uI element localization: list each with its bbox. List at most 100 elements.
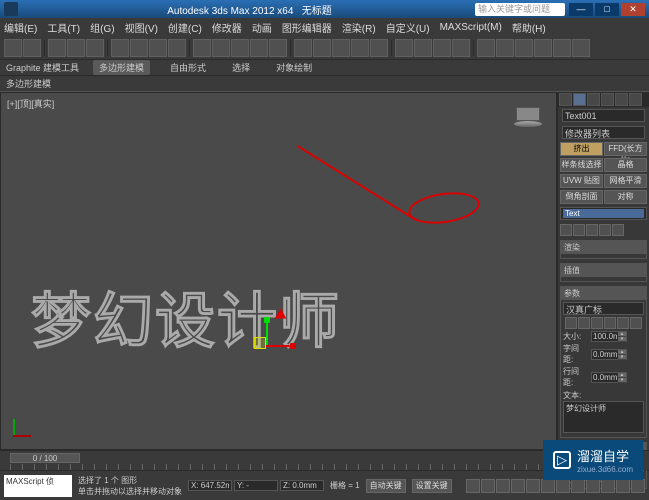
stack-item-text[interactable]: Text bbox=[563, 209, 644, 218]
autokey-button[interactable]: 自动关键 bbox=[366, 479, 406, 493]
modifier-uvw-button[interactable]: UVW 贴图 bbox=[560, 174, 603, 188]
underline-icon[interactable] bbox=[578, 317, 590, 329]
menu-tools[interactable]: 工具(T) bbox=[47, 20, 80, 35]
goto-end-icon[interactable] bbox=[526, 479, 540, 493]
menu-customize[interactable]: 自定义(U) bbox=[386, 20, 430, 35]
layers-icon[interactable] bbox=[452, 39, 470, 57]
menu-create[interactable]: 创建(C) bbox=[168, 20, 202, 35]
prev-frame-icon[interactable] bbox=[481, 479, 495, 493]
coord-z[interactable] bbox=[280, 480, 324, 491]
ribbon-tab-freeform[interactable]: 自由形式 bbox=[164, 60, 212, 75]
render-setup-icon[interactable] bbox=[534, 39, 552, 57]
ribbon-tab-selection[interactable]: 选择 bbox=[226, 60, 256, 75]
close-button[interactable]: ✕ bbox=[621, 3, 645, 16]
motion-tab-icon[interactable] bbox=[601, 93, 614, 106]
menu-maxscript[interactable]: MAXScript(M) bbox=[440, 22, 502, 33]
select-region-icon[interactable] bbox=[149, 39, 167, 57]
material-editor-icon[interactable] bbox=[515, 39, 533, 57]
frame-slider[interactable]: 0 / 100 bbox=[10, 453, 80, 463]
select-name-icon[interactable] bbox=[130, 39, 148, 57]
modify-tab-icon[interactable] bbox=[573, 93, 586, 106]
goto-start-icon[interactable] bbox=[466, 479, 480, 493]
modifier-meshsmooth-button[interactable]: 网格平滑 bbox=[604, 174, 647, 188]
modifier-bevel-button[interactable]: 倒角剖面 bbox=[560, 190, 603, 204]
create-tab-icon[interactable] bbox=[559, 93, 572, 106]
manipulate-icon[interactable] bbox=[294, 39, 312, 57]
modifier-symmetry-button[interactable]: 对称 bbox=[604, 190, 647, 204]
curve-editor-icon[interactable] bbox=[477, 39, 495, 57]
menu-group[interactable]: 组(G) bbox=[90, 20, 114, 35]
viewport[interactable]: [+][顶][真实] 梦幻设计师 bbox=[0, 92, 557, 450]
angle-snap-icon[interactable] bbox=[332, 39, 350, 57]
utilities-tab-icon[interactable] bbox=[629, 93, 642, 106]
render-icon[interactable] bbox=[572, 39, 590, 57]
undo-icon[interactable] bbox=[4, 39, 22, 57]
modifier-stack[interactable]: Text bbox=[560, 207, 647, 220]
viewport-label[interactable]: [+][顶][真实] bbox=[7, 97, 54, 110]
viewcube[interactable] bbox=[512, 99, 544, 131]
percent-snap-icon[interactable] bbox=[351, 39, 369, 57]
hierarchy-tab-icon[interactable] bbox=[587, 93, 600, 106]
align-justify-icon[interactable] bbox=[630, 317, 642, 329]
object-name-field[interactable] bbox=[562, 109, 645, 122]
schematic-icon[interactable] bbox=[496, 39, 514, 57]
menu-modifiers[interactable]: 修改器 bbox=[212, 20, 242, 35]
unique-icon[interactable] bbox=[586, 224, 598, 236]
spinner-snap-icon[interactable] bbox=[370, 39, 388, 57]
zoom-icon[interactable] bbox=[541, 479, 555, 493]
italic-icon[interactable] bbox=[565, 317, 577, 329]
modifier-spline-sel-button[interactable]: 样条线选择 bbox=[560, 158, 603, 172]
maximize-button[interactable]: □ bbox=[595, 3, 619, 16]
menu-graph[interactable]: 图形编辑器 bbox=[282, 20, 332, 35]
orbit-icon[interactable] bbox=[616, 479, 630, 493]
modifier-list-dropdown[interactable]: 修改器列表 bbox=[562, 126, 645, 139]
size-spinner[interactable]: ▴▾ bbox=[591, 331, 627, 342]
font-dropdown[interactable]: 汉真广标 bbox=[563, 302, 644, 315]
menu-render[interactable]: 渲染(R) bbox=[342, 20, 376, 35]
menu-view[interactable]: 视图(V) bbox=[125, 20, 158, 35]
zoom-extents-icon[interactable] bbox=[571, 479, 585, 493]
ribbon-tab-paint[interactable]: 对象绘制 bbox=[270, 60, 318, 75]
rollout-interpolation[interactable]: 插值 bbox=[560, 263, 647, 282]
menu-edit[interactable]: 编辑(E) bbox=[4, 20, 37, 35]
unlink-icon[interactable] bbox=[67, 39, 85, 57]
move-icon[interactable] bbox=[193, 39, 211, 57]
mirror-icon[interactable] bbox=[414, 39, 432, 57]
maximize-vp-icon[interactable] bbox=[631, 479, 645, 493]
app-logo-icon[interactable] bbox=[4, 2, 18, 16]
select-icon[interactable] bbox=[111, 39, 129, 57]
coord-y[interactable] bbox=[234, 480, 278, 491]
modifier-ffd-button[interactable]: FFD(长方体) bbox=[604, 142, 647, 156]
rotate-icon[interactable] bbox=[212, 39, 230, 57]
coord-x[interactable] bbox=[188, 480, 232, 491]
setkey-button[interactable]: 设置关键 bbox=[412, 479, 452, 493]
kerning-spinner[interactable]: ▴▾ bbox=[591, 349, 627, 360]
configure-icon[interactable] bbox=[612, 224, 624, 236]
fov-icon[interactable] bbox=[586, 479, 600, 493]
scale-icon[interactable] bbox=[231, 39, 249, 57]
show-end-icon[interactable] bbox=[573, 224, 585, 236]
link-icon[interactable] bbox=[48, 39, 66, 57]
named-sel-icon[interactable] bbox=[395, 39, 413, 57]
remove-mod-icon[interactable] bbox=[599, 224, 611, 236]
align-center-icon[interactable] bbox=[604, 317, 616, 329]
pin-stack-icon[interactable] bbox=[560, 224, 572, 236]
help-search-input[interactable]: 输入关键字或问题 bbox=[475, 3, 565, 16]
transform-gizmo[interactable] bbox=[246, 321, 296, 371]
script-listener[interactable]: MAXScript 侦 bbox=[4, 475, 72, 497]
zoom-all-icon[interactable] bbox=[556, 479, 570, 493]
render-frame-icon[interactable] bbox=[553, 39, 571, 57]
align-right-icon[interactable] bbox=[617, 317, 629, 329]
pivot-icon[interactable] bbox=[269, 39, 287, 57]
ribbon-tab-poly[interactable]: 多边形建模 bbox=[93, 60, 150, 75]
text-content-field[interactable]: 梦幻设计师 bbox=[563, 401, 644, 433]
bind-icon[interactable] bbox=[86, 39, 104, 57]
minimize-button[interactable]: — bbox=[569, 3, 593, 16]
modifier-lattice-button[interactable]: 晶格 bbox=[604, 158, 647, 172]
menu-help[interactable]: 帮助(H) bbox=[512, 20, 546, 35]
snap-icon[interactable] bbox=[313, 39, 331, 57]
align-icon[interactable] bbox=[433, 39, 451, 57]
filter-icon[interactable] bbox=[168, 39, 186, 57]
menu-animation[interactable]: 动画 bbox=[252, 20, 272, 35]
pan-icon[interactable] bbox=[601, 479, 615, 493]
